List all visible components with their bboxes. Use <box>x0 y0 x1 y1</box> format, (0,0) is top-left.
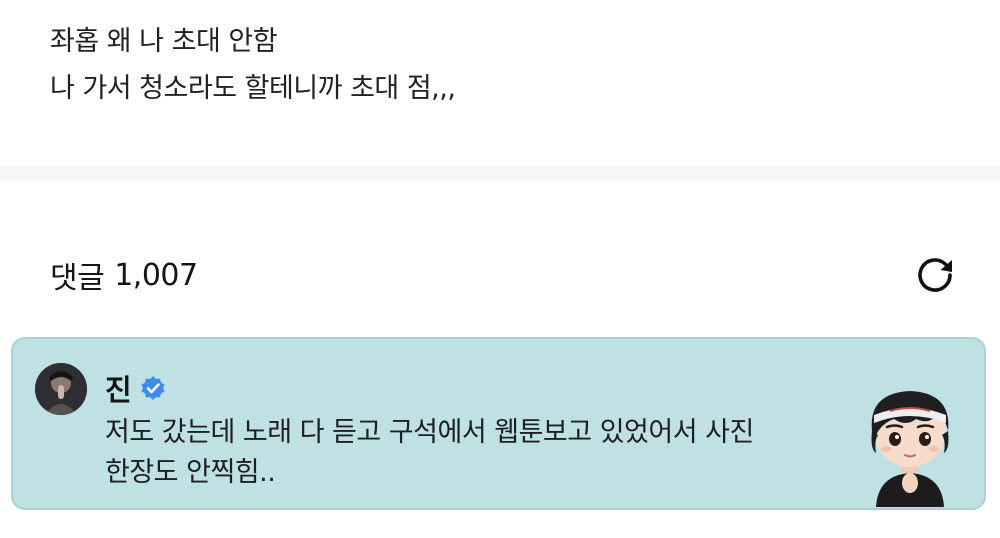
featured-comment-card[interactable]: 진 저도 갔는데 노래 다 듣고 구석에서 웹툰보고 있었어서 사진 한장도 안… <box>11 337 986 510</box>
comments-title: 댓글 1,007 <box>50 253 198 297</box>
refresh-button[interactable] <box>910 250 960 300</box>
comment-text-line-1: 저도 갔는데 노래 다 듣고 구석에서 웹툰보고 있었어서 사진 <box>105 417 754 448</box>
comments-label: 댓글 <box>50 261 105 296</box>
verified-badge-icon <box>141 376 165 400</box>
post-text-line-1: 좌홉 왜 나 초대 안함 <box>50 26 278 57</box>
author-row: 진 <box>105 367 166 409</box>
refresh-icon <box>918 258 952 292</box>
post-body: 좌홉 왜 나 초대 안함 나 가서 청소라도 할테니까 초대 점,,, <box>50 18 950 112</box>
post-text-line-2: 나 가서 청소라도 할테니까 초대 점,,, <box>50 73 456 104</box>
author-avatar[interactable] <box>35 363 87 415</box>
author-name[interactable]: 진 <box>105 367 132 409</box>
comment-text-line-2: 한장도 안찍힘.. <box>105 457 276 488</box>
comment-text: 저도 갔는데 노래 다 듣고 구석에서 웹툰보고 있었어서 사진 한장도 안찍힘… <box>105 413 825 493</box>
character-sticker-icon <box>871 391 949 507</box>
comments-header: 댓글 1,007 <box>50 250 960 300</box>
section-divider <box>0 166 1000 180</box>
comments-count: 1,007 <box>114 257 198 293</box>
